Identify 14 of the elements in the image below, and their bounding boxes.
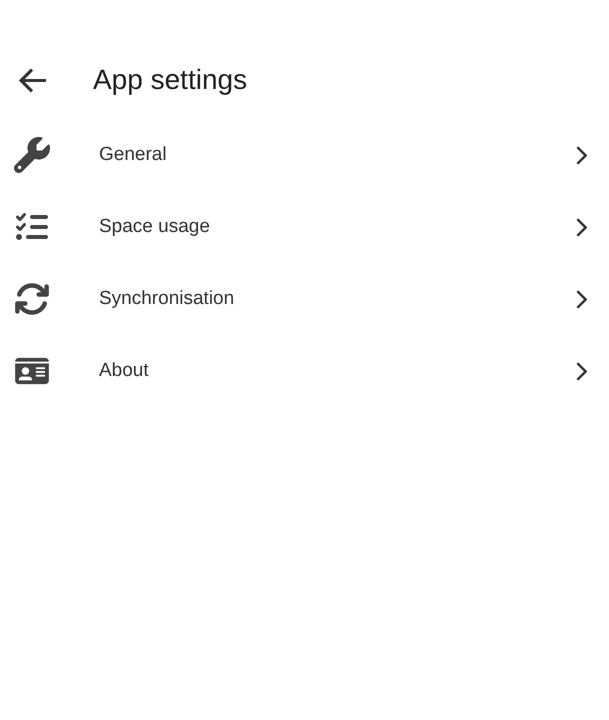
settings-item[interactable]: Space usage [0,191,609,263]
chevron-right-icon [576,290,587,308]
checklist-icon [14,211,50,243]
sync-icon [14,281,50,317]
chevron-right-icon [576,146,587,164]
settings-item[interactable]: About [0,335,609,407]
chevron-right-icon [576,362,587,380]
settings-item[interactable]: General [0,119,609,191]
page-title: App settings [93,66,248,94]
settings-item[interactable]: Synchronisation [0,263,609,335]
back-icon[interactable] [18,68,46,92]
id-card-icon [14,356,50,386]
wrench-icon [14,137,50,173]
chevron-right-icon [576,218,587,236]
